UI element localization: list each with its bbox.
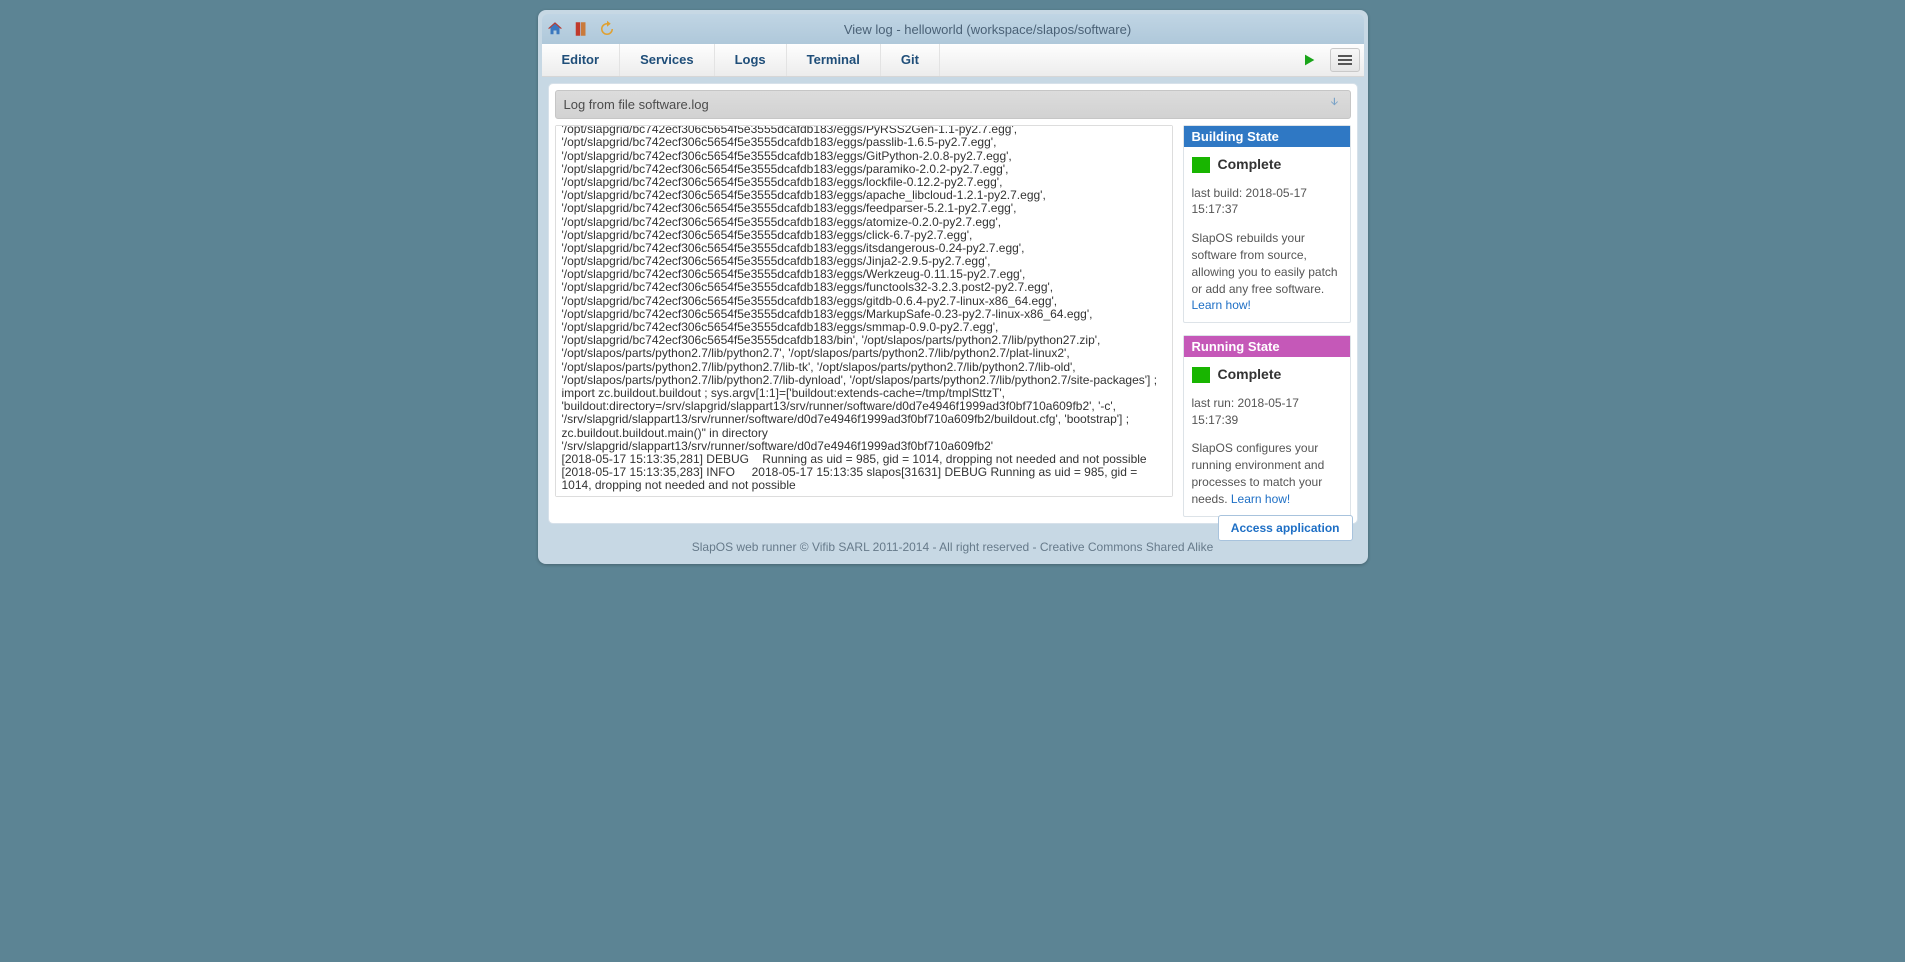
building-learn-link[interactable]: Learn how! xyxy=(1192,298,1251,312)
tab-editor[interactable]: Editor xyxy=(542,44,621,76)
running-meta: last run: 2018-05-17 15:17:39 xyxy=(1192,395,1342,429)
status-complete-icon xyxy=(1192,157,1210,173)
run-button[interactable] xyxy=(1294,48,1324,72)
access-application-button[interactable]: Access application xyxy=(1218,515,1353,541)
log-text[interactable] xyxy=(556,126,1172,496)
tab-terminal[interactable]: Terminal xyxy=(787,44,881,76)
running-status-row: Complete xyxy=(1192,365,1342,385)
running-status: Complete xyxy=(1218,365,1282,385)
book-icon[interactable] xyxy=(572,20,590,38)
refresh-icon[interactable] xyxy=(598,20,616,38)
main-split: Building State Complete last build: 2018… xyxy=(555,125,1351,517)
app-shell: View log - helloworld (workspace/slapos/… xyxy=(538,10,1368,564)
log-header: Log from file software.log xyxy=(555,90,1351,119)
menu-button[interactable] xyxy=(1330,48,1360,72)
home-icon[interactable] xyxy=(546,20,564,38)
status-complete-icon xyxy=(1192,367,1210,383)
download-icon[interactable] xyxy=(1328,96,1342,113)
building-panel: Building State Complete last build: 2018… xyxy=(1183,125,1351,323)
content-card: Log from file software.log Building Stat… xyxy=(548,83,1358,524)
tab-logs[interactable]: Logs xyxy=(715,44,787,76)
building-desc-text: SlapOS rebuilds your software from sourc… xyxy=(1192,231,1338,295)
header-icons xyxy=(546,20,616,38)
tab-git[interactable]: Git xyxy=(881,44,940,76)
building-desc: SlapOS rebuilds your software from sourc… xyxy=(1192,230,1342,314)
side-panels: Building State Complete last build: 2018… xyxy=(1183,125,1351,517)
running-header: Running State xyxy=(1184,336,1350,357)
building-header: Building State xyxy=(1184,126,1350,147)
building-status: Complete xyxy=(1218,155,1282,175)
building-status-row: Complete xyxy=(1192,155,1342,175)
running-learn-link[interactable]: Learn how! xyxy=(1231,492,1290,506)
nav-tabs: Editor Services Logs Terminal Git xyxy=(542,44,1364,77)
page-title: View log - helloworld (workspace/slapos/… xyxy=(616,22,1360,37)
running-panel: Running State Complete last run: 2018-05… xyxy=(1183,335,1351,516)
log-area xyxy=(555,125,1173,497)
nav-right xyxy=(1294,44,1364,76)
tab-services[interactable]: Services xyxy=(620,44,715,76)
running-desc: SlapOS configures your running environme… xyxy=(1192,440,1342,507)
log-header-label: Log from file software.log xyxy=(564,97,709,112)
header-bar: View log - helloworld (workspace/slapos/… xyxy=(542,14,1364,44)
building-meta: last build: 2018-05-17 15:17:37 xyxy=(1192,185,1342,219)
